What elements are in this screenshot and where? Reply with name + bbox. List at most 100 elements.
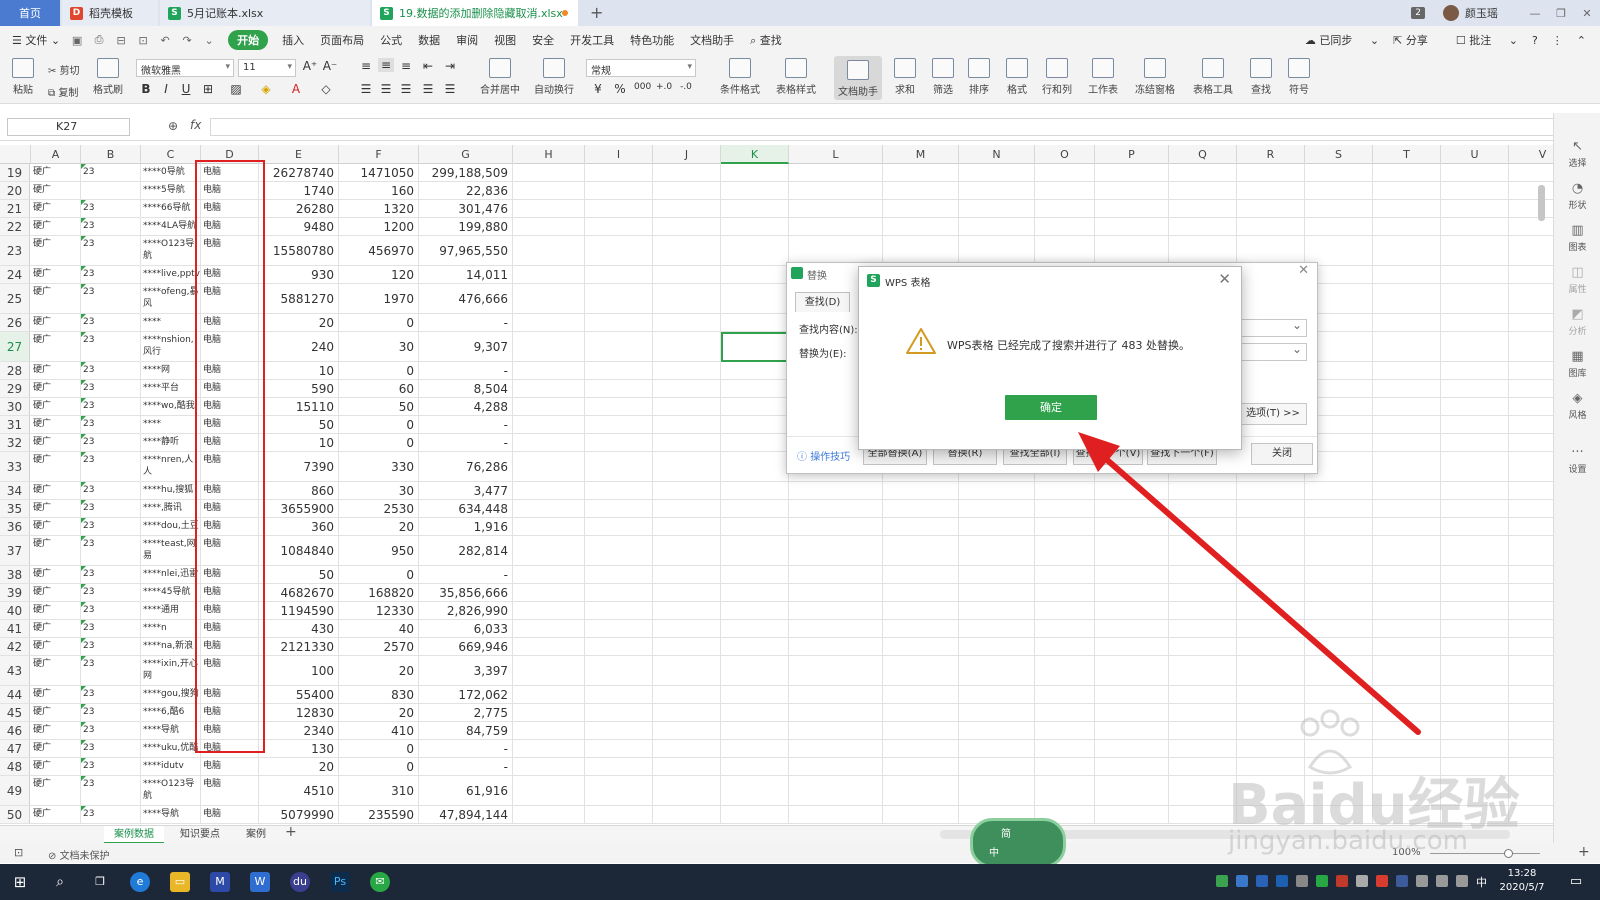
cell-g[interactable]: 97,965,550 <box>419 236 513 265</box>
cell-p[interactable] <box>1095 482 1169 499</box>
cell-k[interactable] <box>721 482 789 499</box>
row-header[interactable]: 38 <box>0 566 30 583</box>
cell-l[interactable] <box>789 566 883 583</box>
cell-r[interactable] <box>1237 482 1305 499</box>
cell-j[interactable] <box>653 686 721 703</box>
cell-c[interactable]: **** <box>141 416 201 433</box>
cell-v[interactable] <box>1509 482 1553 499</box>
fill-color-icon[interactable]: ◈ <box>258 82 274 96</box>
cell-e[interactable]: 4682670 <box>259 584 339 601</box>
cell-q[interactable] <box>1169 518 1237 535</box>
cell-r[interactable] <box>1237 164 1305 181</box>
cell-s[interactable] <box>1305 482 1373 499</box>
formula-input[interactable] <box>210 118 1560 136</box>
tray-icon[interactable] <box>1236 875 1248 887</box>
cell-g[interactable]: 2,775 <box>419 704 513 721</box>
cell-u[interactable] <box>1441 434 1509 451</box>
cell-p[interactable] <box>1095 704 1169 721</box>
cell-r[interactable] <box>1237 656 1305 685</box>
paste-button[interactable]: 粘贴 <box>6 54 40 96</box>
row-header[interactable]: 41 <box>0 620 30 637</box>
cell-k[interactable] <box>721 200 789 217</box>
cell-l[interactable] <box>789 686 883 703</box>
cell-l[interactable] <box>789 218 883 235</box>
cell-o[interactable] <box>1035 236 1095 265</box>
cell-k[interactable] <box>721 776 789 805</box>
redo-icon[interactable]: ↷ <box>178 33 196 47</box>
cut-button[interactable]: ✂ 剪切 <box>48 62 80 77</box>
menu-data[interactable]: 数据 <box>410 32 448 48</box>
cell-i[interactable] <box>585 398 653 415</box>
column-header-j[interactable]: J <box>653 145 721 164</box>
cell-r[interactable] <box>1237 638 1305 655</box>
cell-b[interactable]: 23 <box>81 518 141 535</box>
cell-u[interactable] <box>1441 332 1509 361</box>
cell-f[interactable]: 310 <box>339 776 419 805</box>
cell-e[interactable]: 930 <box>259 266 339 283</box>
cell-f[interactable]: 40 <box>339 620 419 637</box>
cell-a[interactable]: 硬广 <box>31 500 81 517</box>
cell-r[interactable] <box>1237 536 1305 565</box>
row-header[interactable]: 23 <box>0 236 30 265</box>
filter-button[interactable]: 筛选 <box>926 54 960 96</box>
cell-h[interactable] <box>513 758 585 775</box>
cell-u[interactable] <box>1441 218 1509 235</box>
cell-e[interactable]: 15580780 <box>259 236 339 265</box>
cell-b[interactable] <box>81 182 141 199</box>
cell-a[interactable]: 硬广 <box>31 602 81 619</box>
cell-g[interactable]: - <box>419 566 513 583</box>
cell-j[interactable] <box>653 740 721 757</box>
cell-s[interactable] <box>1305 518 1373 535</box>
row-header[interactable]: 31 <box>0 416 30 433</box>
cell-v[interactable] <box>1509 380 1553 397</box>
cell-c[interactable]: ****静听 <box>141 434 201 451</box>
cell-h[interactable] <box>513 584 585 601</box>
cell-d[interactable]: 电脑 <box>201 758 259 775</box>
menu-file[interactable]: ☰ 文件 ⌄ <box>0 32 68 48</box>
cell-v[interactable] <box>1509 656 1553 685</box>
cell-k[interactable] <box>721 398 789 415</box>
cell-h[interactable] <box>513 566 585 583</box>
cell-t[interactable] <box>1373 314 1441 331</box>
cell-l[interactable] <box>789 584 883 601</box>
cell-k[interactable] <box>721 182 789 199</box>
cell-o[interactable] <box>1035 518 1095 535</box>
cell-q[interactable] <box>1169 218 1237 235</box>
cell-a[interactable]: 硬广 <box>31 686 81 703</box>
cell-c[interactable]: ****导航 <box>141 722 201 739</box>
cell-e[interactable]: 2340 <box>259 722 339 739</box>
cell-a[interactable]: 硬广 <box>31 536 81 565</box>
cell-u[interactable] <box>1441 536 1509 565</box>
cell-t[interactable] <box>1373 500 1441 517</box>
row-header[interactable]: 44 <box>0 686 30 703</box>
cell-k[interactable] <box>721 536 789 565</box>
tray-shield-icon[interactable] <box>1256 875 1268 887</box>
cell-u[interactable] <box>1441 722 1509 739</box>
cell-l[interactable] <box>789 602 883 619</box>
cell-s[interactable] <box>1305 566 1373 583</box>
cell-b[interactable]: 23 <box>81 566 141 583</box>
cell-a[interactable]: 硬广 <box>31 398 81 415</box>
cell-j[interactable] <box>653 284 721 313</box>
cell-e[interactable]: 26278740 <box>259 164 339 181</box>
tab-home[interactable]: 首页 <box>0 0 60 26</box>
cell-p[interactable] <box>1095 686 1169 703</box>
cell-i[interactable] <box>585 740 653 757</box>
percent-icon[interactable]: % <box>612 82 628 96</box>
cell-t[interactable] <box>1373 656 1441 685</box>
cell-i[interactable] <box>585 518 653 535</box>
cell-l[interactable] <box>789 200 883 217</box>
cell-j[interactable] <box>653 416 721 433</box>
zoom-slider-handle[interactable] <box>1504 849 1513 858</box>
distributed-icon[interactable]: ☰ <box>442 82 458 96</box>
share-button[interactable]: ⇱ 分享 <box>1393 32 1442 48</box>
cell-k[interactable] <box>721 704 789 721</box>
taskbar-clock[interactable]: 13:28 2020/5/7 <box>1492 867 1552 895</box>
cell-i[interactable] <box>585 500 653 517</box>
cell-a[interactable]: 硬广 <box>31 638 81 655</box>
cell-p[interactable] <box>1095 566 1169 583</box>
cell-p[interactable] <box>1095 236 1169 265</box>
cell-c[interactable]: ****4LA导航 <box>141 218 201 235</box>
cell-v[interactable] <box>1509 452 1553 481</box>
cell-h[interactable] <box>513 266 585 283</box>
